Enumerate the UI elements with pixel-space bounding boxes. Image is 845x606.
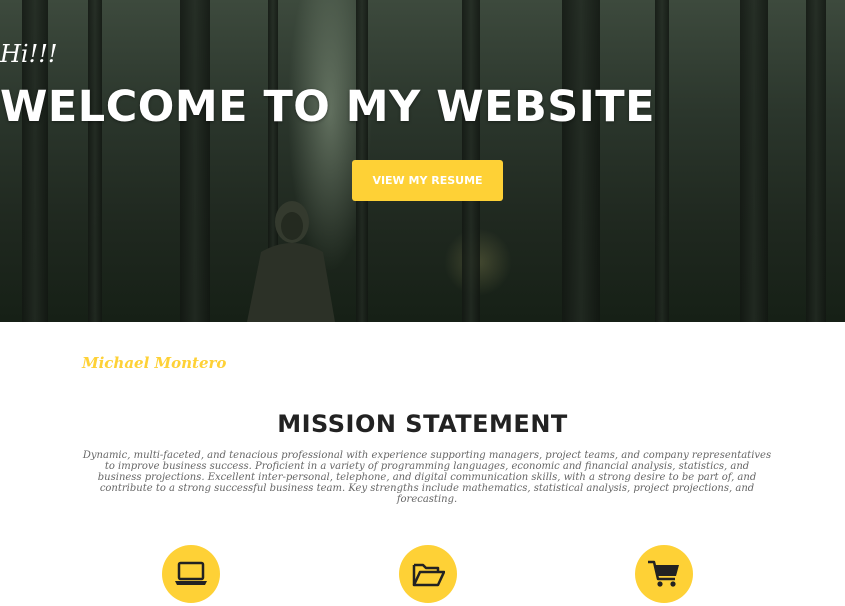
service-circle-folder <box>399 545 457 603</box>
shopping-cart-icon <box>648 560 679 587</box>
hooded-person-figure <box>247 201 335 322</box>
laptop-icon <box>175 561 207 585</box>
author-name: Michael Montero <box>82 354 227 372</box>
hero-section: Hi!!! WELCOME TO MY WEBSITE VIEW MY RESU… <box>0 0 845 322</box>
mission-title: MISSION STATEMENT <box>277 410 568 438</box>
folder-open-icon <box>412 563 445 587</box>
mission-text: Dynamic, multi-faceted, and tenacious pr… <box>82 450 772 505</box>
service-circle-laptop <box>162 545 220 603</box>
view-resume-button[interactable]: VIEW MY RESUME <box>352 160 503 201</box>
service-circle-cart <box>635 545 693 603</box>
hero-heading: WELCOME TO MY WEBSITE <box>0 82 655 132</box>
hero-greeting: Hi!!! <box>0 40 58 68</box>
